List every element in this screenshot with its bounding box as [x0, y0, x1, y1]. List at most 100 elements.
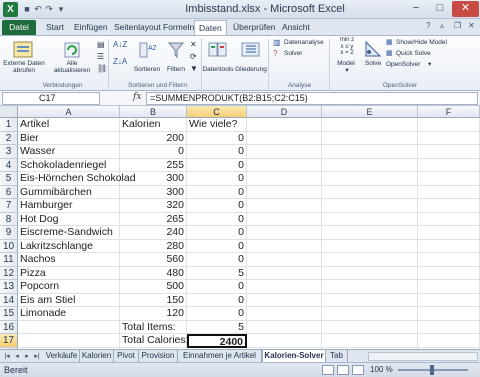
solver-icon[interactable]: ? [273, 50, 277, 58]
row-header[interactable]: 16 [0, 320, 18, 334]
row-header[interactable]: 10 [0, 239, 18, 253]
empty-cell[interactable] [247, 185, 322, 199]
tab-start[interactable]: Start [42, 20, 68, 35]
data-analysis-button[interactable]: Datenanalyse [284, 39, 324, 46]
empty-cell[interactable] [322, 320, 418, 334]
cell-a[interactable]: Nachos [18, 253, 120, 267]
empty-cell[interactable] [322, 293, 418, 307]
maximize-button[interactable]: □ [428, 1, 452, 17]
model-dropdown-icon[interactable]: ▾ [333, 67, 361, 74]
quick-solve-icon[interactable]: ▦ [386, 50, 393, 57]
cell-b[interactable]: 265 [120, 212, 187, 226]
workbook-restore-icon[interactable]: ❐ [454, 21, 461, 30]
row-header[interactable]: 7 [0, 199, 18, 213]
empty-cell[interactable] [322, 158, 418, 172]
clear-filter-icon[interactable]: ✕ [190, 41, 197, 49]
empty-cell[interactable] [247, 253, 322, 267]
cell-c[interactable]: 0 [187, 307, 247, 321]
cell-b[interactable]: Total Calories: [120, 334, 189, 348]
empty-cell[interactable] [247, 280, 322, 294]
cell-a[interactable]: Hamburger [18, 199, 120, 213]
sheet-tab-kalorien[interactable]: Kalorien [80, 350, 114, 362]
row-header[interactable]: 17 [0, 334, 18, 348]
empty-cell[interactable] [418, 118, 480, 132]
cell-a[interactable]: Wasser [18, 145, 120, 159]
sort-button[interactable]: Sortieren [132, 66, 162, 73]
empty-cell[interactable] [322, 172, 418, 186]
external-data-icon[interactable] [12, 40, 34, 60]
cell-b[interactable]: 300 [120, 185, 187, 199]
row-header[interactable]: 14 [0, 293, 18, 307]
cell-a[interactable]: Schokoladenriegel [18, 158, 120, 172]
show-hide-model-button[interactable]: Show/Hide Model [396, 39, 447, 46]
cell-a[interactable]: Eis-Hörnchen Schokolad [18, 172, 136, 186]
zoom-level[interactable]: 100 % [370, 363, 393, 377]
empty-cell[interactable] [418, 334, 480, 348]
tab-daten[interactable]: Daten [194, 20, 227, 35]
empty-cell[interactable] [322, 185, 418, 199]
row-header[interactable]: 15 [0, 307, 18, 321]
help-icon[interactable]: ? [426, 21, 430, 30]
cell-c[interactable]: 0 [187, 280, 247, 294]
excel-logo-icon[interactable]: X [3, 2, 18, 17]
tab-formeln[interactable]: Formeln [159, 20, 198, 35]
empty-cell[interactable] [247, 320, 322, 334]
row-header[interactable]: 3 [0, 145, 18, 159]
empty-cell[interactable] [322, 226, 418, 240]
cell-c[interactable]: 0 [187, 239, 247, 253]
empty-cell[interactable] [418, 320, 480, 334]
empty-cell[interactable] [322, 131, 418, 145]
advanced-filter-icon[interactable]: ▼ [190, 65, 198, 73]
cell-b[interactable]: 480 [120, 266, 187, 280]
last-sheet-icon[interactable]: ▸| [32, 351, 42, 362]
quick-access-dropdown-icon[interactable]: ▾ [56, 4, 66, 14]
cell-b[interactable]: 120 [120, 307, 187, 321]
empty-cell[interactable] [322, 253, 418, 267]
cell-c[interactable]: 0 [187, 145, 247, 159]
empty-cell[interactable] [247, 239, 322, 253]
empty-cell[interactable] [418, 253, 480, 267]
cell-b[interactable]: Total Items: [120, 320, 187, 334]
column-header-c[interactable]: C [187, 106, 247, 118]
connections-icon[interactable]: ▤ [97, 41, 105, 49]
cell-b[interactable]: Kalorien [120, 118, 187, 132]
cell-a[interactable] [18, 334, 120, 348]
empty-cell[interactable] [418, 226, 480, 240]
cell-c[interactable]: 0 [187, 172, 247, 186]
tab-datei[interactable]: Datei [2, 20, 36, 35]
cell-a[interactable]: Artikel [18, 118, 120, 132]
empty-cell[interactable] [418, 293, 480, 307]
solver-button[interactable]: Solver [284, 50, 302, 57]
quick-solve-button[interactable]: Quick Solve [396, 50, 431, 57]
row-header[interactable]: 1 [0, 118, 18, 132]
sort-za-icon[interactable]: Z↓A [113, 58, 127, 66]
row-header[interactable]: 6 [0, 185, 18, 199]
cell-a[interactable]: Eis am Stiel [18, 293, 120, 307]
row-header[interactable]: 8 [0, 212, 18, 226]
prev-sheet-icon[interactable]: ◂ [12, 351, 22, 362]
sheet-tab-pivot[interactable]: Pivot [114, 350, 139, 362]
cell-b[interactable]: 240 [120, 226, 187, 240]
model-button[interactable]: Model [331, 60, 361, 67]
cell-b[interactable]: 0 [120, 145, 187, 159]
cell-a[interactable] [18, 320, 120, 334]
page-break-view-icon[interactable] [352, 365, 364, 375]
cell-b[interactable]: 300 [120, 172, 187, 186]
empty-cell[interactable] [322, 199, 418, 213]
empty-cell[interactable] [418, 199, 480, 213]
empty-cell[interactable] [418, 212, 480, 226]
show-hide-model-icon[interactable]: ▦ [386, 39, 393, 46]
data-tools-icon[interactable] [207, 40, 229, 60]
empty-cell[interactable] [418, 172, 480, 186]
cell-c[interactable]: 5 [187, 320, 247, 334]
outline-button[interactable]: Gliederung [233, 66, 269, 73]
close-button[interactable]: ✕ [452, 1, 479, 17]
horizontal-scrollbar[interactable] [368, 352, 478, 361]
normal-view-icon[interactable] [322, 365, 334, 375]
column-header-f[interactable]: F [418, 106, 480, 118]
empty-cell[interactable] [247, 158, 322, 172]
refresh-all-icon[interactable] [62, 40, 82, 60]
cell-a[interactable]: Limonade [18, 307, 120, 321]
empty-cell[interactable] [247, 199, 322, 213]
workbook-close-icon[interactable]: ✕ [468, 21, 475, 30]
